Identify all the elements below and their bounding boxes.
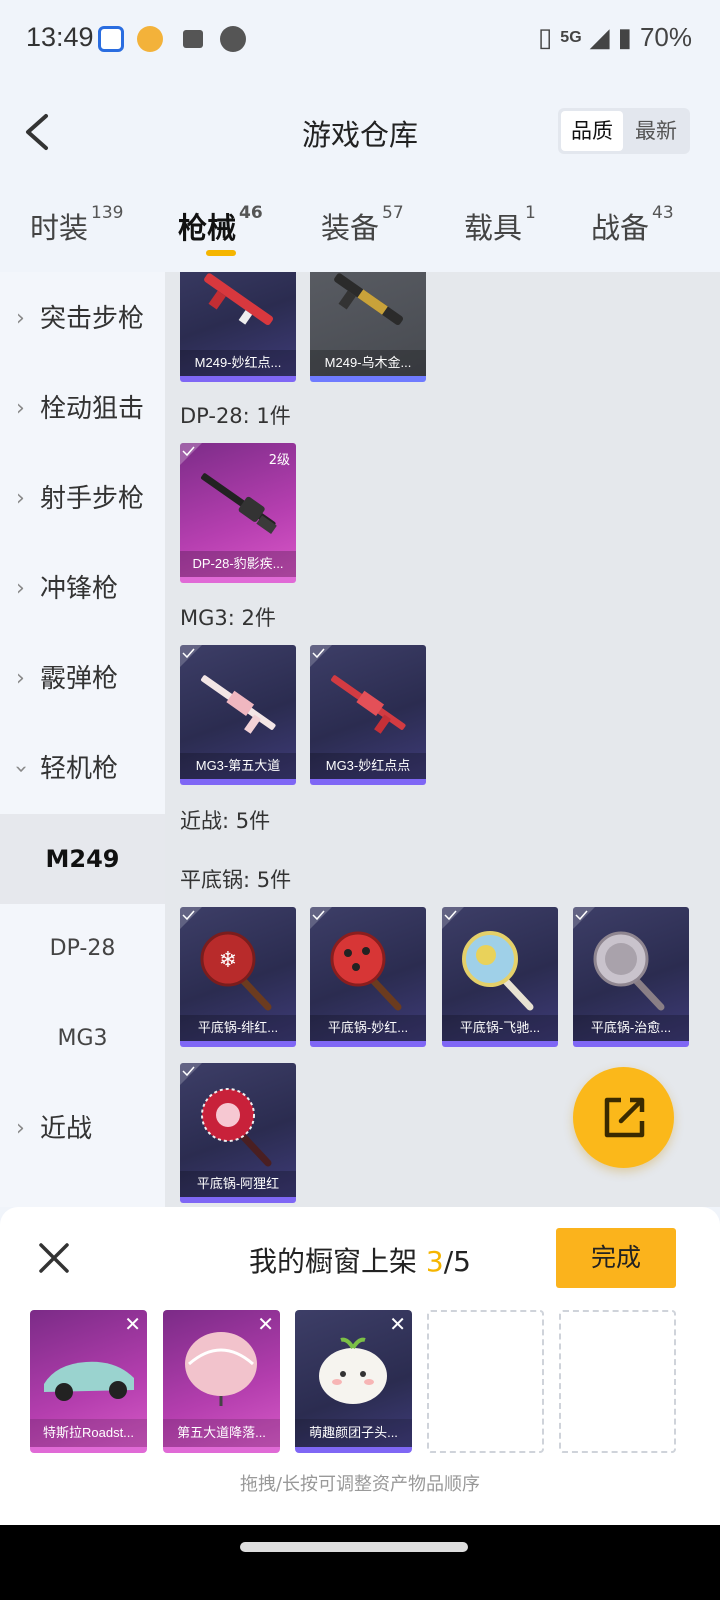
group-title-melee: 近战: 5件 [180,809,271,833]
frying-pan-icon: ❄ [200,931,272,1011]
item-card[interactable]: MG3-第五大道 [180,645,296,785]
sidebar-item-shotgun[interactable]: › 霰弹枪 [0,634,165,724]
dumpling-head-icon [319,1337,387,1404]
rifle-icon [334,273,404,326]
group-title-dp28: DP-28: 1件 [180,404,291,428]
share-icon [604,1097,645,1138]
sidebar-sub-mg3[interactable]: MG3 [0,994,165,1084]
share-button[interactable] [573,1067,674,1168]
sidebar-item-melee[interactable]: › 近战 [0,1084,165,1174]
category-sidebar: › 突击步枪 › 栓动狙击 › 射手步枪 › 冲锋枪 › 霰弹枪 › 轻机枪 M249 DP… [0,272,165,1207]
sidebar-item-bolt-sniper[interactable]: › 栓动狙击 [0,364,165,454]
sidebar-sub-dp28[interactable]: DP-28 [0,904,165,994]
group-title-pan: 平底锅: 5件 [180,868,292,892]
sort-toggle: 品质 最新 [558,108,690,154]
car-icon [44,1361,134,1401]
tab-equipment[interactable]: 装备 57 [321,203,404,247]
frying-pan-icon [201,1088,272,1167]
chevron-right-icon: › [16,576,25,601]
item-card[interactable]: ❄ 平底锅-绯红... [180,907,296,1047]
home-gesture-bar[interactable] [240,1542,468,1552]
showcase-slot[interactable]: ✕ 萌趣颜团子头... [295,1310,412,1453]
machine-gun-icon [331,675,406,734]
message-notification-icon [183,30,203,48]
frying-pan-icon [462,931,534,1011]
reorder-hint: 拖拽/长按可调整资产物品顺序 [239,1474,481,1495]
item-card[interactable]: 2级 DP-28-豹影疾... [180,443,296,583]
tab-fashion[interactable]: 时装 139 [30,203,123,247]
item-card[interactable]: 平底锅-治愈... [573,907,689,1047]
machine-gun-icon [201,675,276,734]
frying-pan-icon [593,931,665,1011]
battery-percent: 70% [639,22,692,52]
vibrate-icon: ▯ [537,22,553,52]
system-nav-bar [0,1525,720,1600]
showcase-slot-empty[interactable] [559,1310,676,1453]
tab-firearms[interactable]: 枪械 46 [178,203,263,247]
showcase-slot[interactable]: ✕ 特斯拉Roadst... [30,1310,147,1453]
network-label: 5G [560,28,582,46]
item-card[interactable]: 平底锅-飞驰... [442,907,558,1047]
sidebar-item-assault-rifle[interactable]: › 突击步枪 [0,274,165,364]
item-card[interactable]: M249-妙红点... [180,272,296,382]
parachute-icon [185,1332,257,1406]
chevron-right-icon: › [16,306,25,331]
chevron-right-icon: › [16,396,25,421]
item-card[interactable]: MG3-妙红点点 [310,645,426,785]
chevron-right-icon: › [16,1116,25,1141]
rifle-icon [204,273,274,326]
sidebar-sub-m249[interactable]: M249 [0,814,165,904]
active-tab-indicator [206,250,236,256]
status-right: ▯ 5G ◢ ▮ 70% [538,22,692,53]
showcase-slot[interactable]: ✕ 第五大道降落... [163,1310,280,1453]
sidebar-item-marksman-rifle[interactable]: › 射手步枪 [0,454,165,544]
game-notification-icon [137,26,163,52]
svg-text:❄: ❄ [219,948,237,973]
status-bar: 13:49 ▯ 5G ◢ ▮ 70% [0,0,720,80]
app-notification-icon [98,26,124,52]
showcase-count: 3 [425,1245,444,1278]
item-card[interactable]: 平底锅-阿狸红 [180,1063,296,1203]
showcase-slot-empty[interactable] [427,1310,544,1453]
status-time: 13:49 [26,22,94,52]
calendar-notification-icon [220,26,246,52]
sort-quality-button[interactable]: 品质 [561,111,623,151]
chevron-right-icon: › [16,486,25,511]
machine-gun-icon [201,473,277,534]
group-title-mg3: MG3: 2件 [180,606,276,630]
chevron-right-icon: › [16,666,25,691]
sidebar-item-smg[interactable]: › 冲锋枪 [0,544,165,634]
signal-icon: ◢ [589,22,610,52]
item-card[interactable]: 平底锅-妙红... [310,907,426,1047]
sort-newest-button[interactable]: 最新 [625,111,687,151]
tab-supplies[interactable]: 战备 43 [591,203,674,247]
item-card[interactable]: M249-乌木金... [310,272,426,382]
tab-vehicles[interactable]: 载具 1 [464,203,536,247]
frying-pan-icon [330,931,402,1011]
sidebar-item-lmg[interactable]: › 轻机枪 [0,724,165,814]
battery-icon: ▮ [617,22,632,52]
done-button[interactable]: 完成 [556,1228,676,1288]
